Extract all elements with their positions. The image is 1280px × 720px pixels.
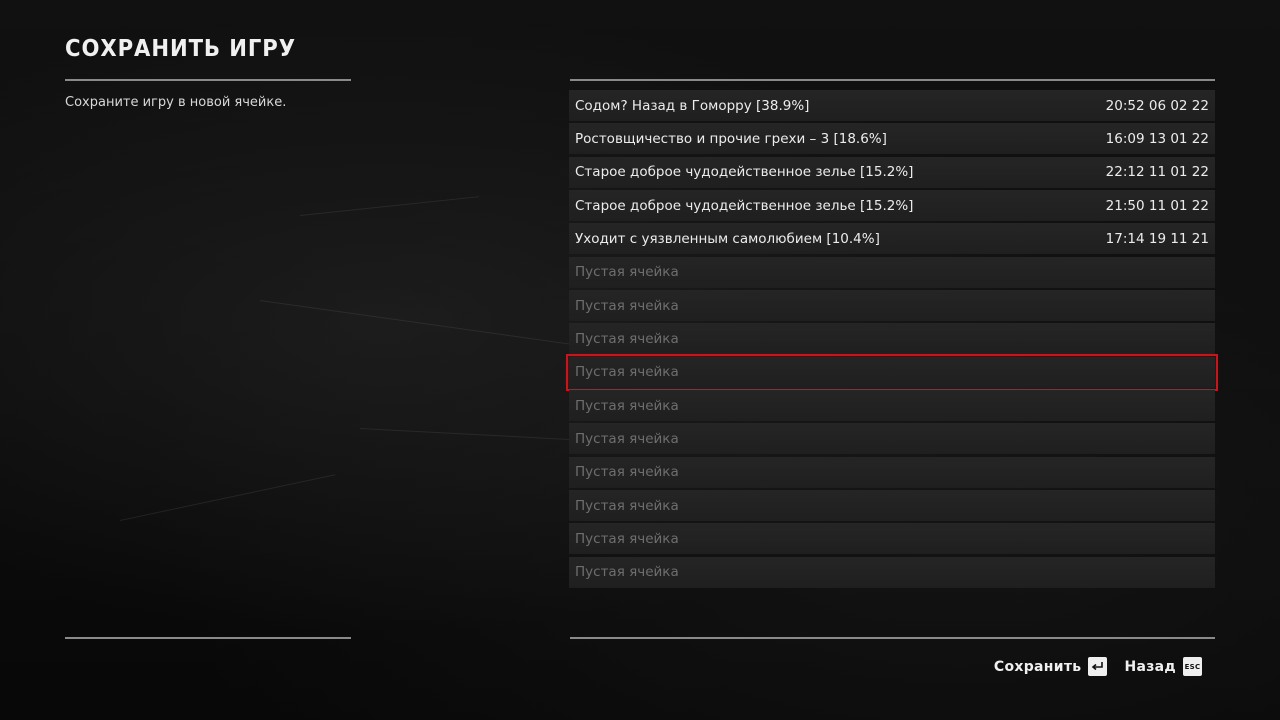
save-button[interactable]: Сохранить	[994, 657, 1108, 676]
save-slot[interactable]: Ростовщичество и прочие грехи – 3 [18.6%…	[569, 123, 1215, 155]
save-slot-timestamp: 20:52 06 02 22	[1105, 97, 1209, 114]
page-title: СОХРАНИТЬ ИГРУ	[65, 36, 296, 62]
save-slot[interactable]: Содом? Назад в Гоморру [38.9%] 20:52 06 …	[569, 90, 1215, 121]
empty-save-slot[interactable]: Пустая ячейка	[569, 256, 1215, 288]
save-slot[interactable]: Уходит с уязвленным самолюбием [10.4%] 1…	[569, 223, 1215, 255]
back-button[interactable]: Назад ESC	[1124, 657, 1202, 676]
empty-save-slot[interactable]: Пустая ячейка	[569, 456, 1215, 488]
save-slot-name: Пустая ячейка	[575, 397, 679, 414]
empty-save-slot[interactable]: Пустая ячейка	[569, 323, 1215, 355]
save-slot[interactable]: Старое доброе чудодейственное зелье [15.…	[569, 190, 1215, 222]
divider	[65, 79, 351, 81]
save-slot-name: Уходит с уязвленным самолюбием [10.4%]	[575, 230, 880, 247]
empty-save-slot[interactable]: Пустая ячейка	[569, 423, 1215, 455]
empty-save-slot[interactable]: Пустая ячейка	[569, 390, 1215, 422]
divider	[65, 637, 351, 639]
save-slot-name: Пустая ячейка	[575, 464, 679, 481]
empty-save-slot[interactable]: Пустая ячейка	[569, 290, 1215, 322]
divider	[570, 79, 1215, 81]
save-slot-name: Пустая ячейка	[575, 364, 679, 381]
background-scratch	[119, 474, 336, 521]
save-slot-list: Содом? Назад в Гоморру [38.9%] 20:52 06 …	[566, 90, 1218, 590]
back-button-label: Назад	[1124, 658, 1176, 675]
empty-save-slot[interactable]: Пустая ячейка	[569, 490, 1215, 522]
save-slot-name: Пустая ячейка	[575, 297, 679, 314]
empty-save-slot[interactable]: Пустая ячейка	[569, 556, 1215, 588]
save-slot-timestamp: 22:12 11 01 22	[1105, 164, 1209, 181]
save-slot-name: Пустая ячейка	[575, 264, 679, 281]
save-slot-timestamp: 16:09 13 01 22	[1105, 130, 1209, 147]
save-slot-name: Пустая ячейка	[575, 430, 679, 447]
divider	[570, 637, 1215, 639]
page-description: Сохраните игру в новой ячейке.	[65, 95, 287, 110]
selected-save-slot[interactable]: Пустая ячейка	[566, 353, 1218, 391]
enter-key-icon	[1088, 657, 1108, 676]
footer-actions: Сохранить Назад ESC	[994, 657, 1202, 676]
save-slot-name: Старое доброе чудодейственное зелье [15.…	[575, 197, 914, 214]
save-slot-name: Пустая ячейка	[575, 330, 679, 347]
save-slot-name: Пустая ячейка	[575, 564, 679, 581]
enter-arrow-icon	[1092, 662, 1104, 671]
save-slot[interactable]: Старое доброе чудодейственное зелье [15.…	[569, 156, 1215, 188]
save-slot-name: Старое доброе чудодейственное зелье [15.…	[575, 164, 914, 181]
save-button-label: Сохранить	[993, 658, 1082, 675]
save-slot-name: Пустая ячейка	[575, 530, 679, 547]
save-game-screen: СОХРАНИТЬ ИГРУ Сохраните игру в новой яч…	[0, 0, 1280, 720]
save-slot-name: Ростовщичество и прочие грехи – 3 [18.6%…	[575, 130, 887, 147]
esc-key-icon: ESC	[1183, 657, 1202, 676]
background-scratch	[259, 300, 597, 349]
save-slot-name: Пустая ячейка	[575, 497, 679, 514]
background-scratch	[299, 196, 480, 216]
save-slot-timestamp: 17:14 19 11 21	[1105, 230, 1209, 247]
save-slot-timestamp: 21:50 11 01 22	[1105, 197, 1209, 214]
empty-save-slot[interactable]: Пустая ячейка	[569, 523, 1215, 555]
save-slot-name: Содом? Назад в Гоморру [38.9%]	[575, 97, 810, 114]
